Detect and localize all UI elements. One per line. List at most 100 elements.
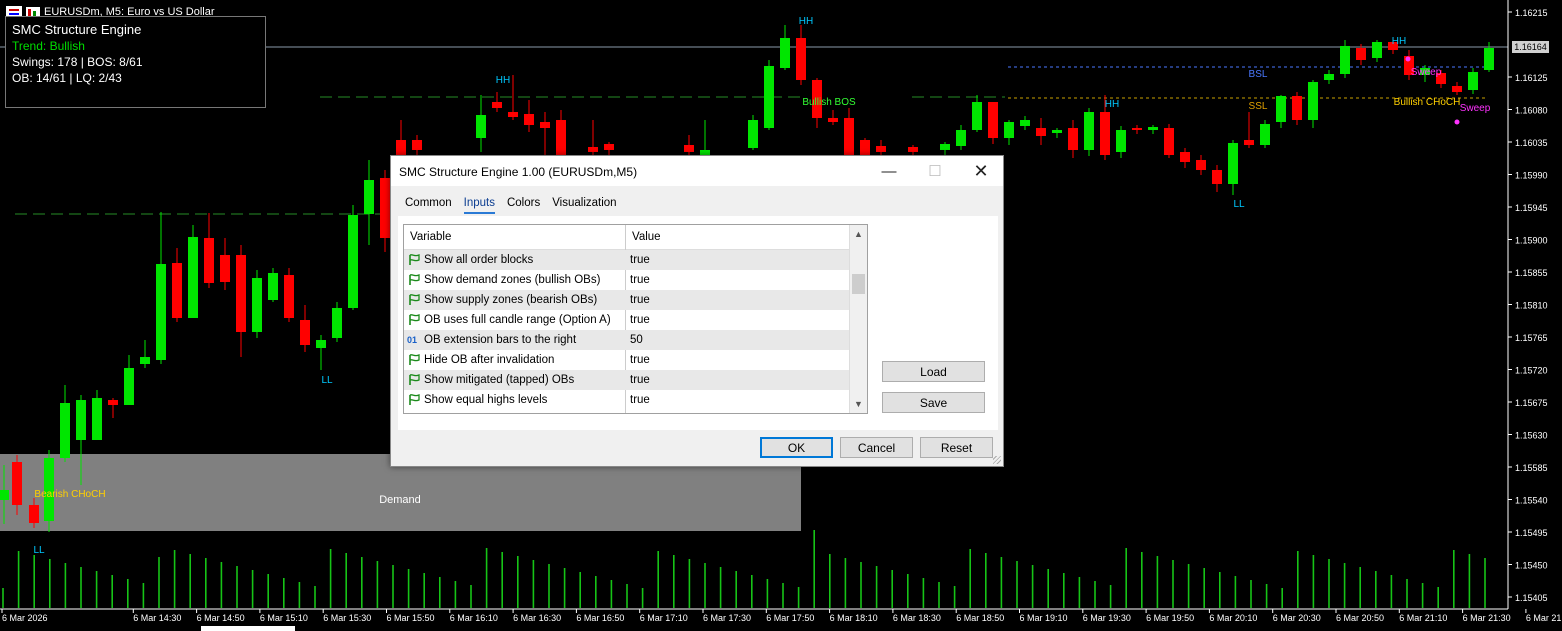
time-tick-label: 6 Mar 18:10 bbox=[830, 613, 878, 623]
input-name: OB extension bars to the right bbox=[424, 334, 577, 346]
price-tick-label: 1.15765 bbox=[1515, 333, 1548, 343]
bsl-label: BSL bbox=[1249, 69, 1268, 80]
input-value[interactable]: true bbox=[630, 354, 650, 366]
input-row[interactable]: 01 OB extension bars to the right 50 bbox=[404, 330, 850, 350]
candle-body bbox=[76, 400, 86, 440]
resize-grip-icon[interactable] bbox=[993, 456, 1001, 464]
tab-inputs[interactable]: Inputs bbox=[463, 197, 495, 214]
grid-header: Variable Value bbox=[404, 225, 850, 250]
bool-icon bbox=[408, 353, 421, 366]
input-value[interactable]: true bbox=[630, 254, 650, 266]
grid-scrollbar[interactable]: ▲ ▼ bbox=[849, 225, 867, 413]
input-value[interactable]: true bbox=[630, 294, 650, 306]
dialog-tabs: Common Inputs Colors Visualization bbox=[405, 197, 617, 214]
candle-body bbox=[1228, 143, 1238, 184]
price-tick-label: 1.15810 bbox=[1515, 301, 1548, 311]
candle-body bbox=[108, 400, 118, 405]
candle-body bbox=[780, 38, 790, 68]
candle-body bbox=[684, 145, 694, 152]
candle-body bbox=[588, 147, 598, 152]
reset-button[interactable]: Reset bbox=[920, 437, 993, 458]
input-name: Hide OB after invalidation bbox=[424, 354, 555, 366]
time-tick-label: 6 Mar 17:50 bbox=[766, 613, 814, 623]
tab-common[interactable]: Common bbox=[405, 197, 452, 214]
indicator-info-panel: SMC Structure Engine Trend: Bullish Swin… bbox=[5, 16, 266, 108]
candle-body bbox=[252, 278, 262, 332]
candle-body bbox=[972, 102, 982, 130]
candle-body bbox=[284, 275, 294, 318]
time-tick-label: 6 Mar 19:50 bbox=[1146, 613, 1194, 623]
dialog-titlebar[interactable]: SMC Structure Engine 1.00 (EURUSDm,M5) —… bbox=[391, 156, 1003, 186]
ok-button[interactable]: OK bbox=[760, 437, 833, 458]
panel-trend: Trend: Bullish bbox=[12, 39, 85, 53]
candle-body bbox=[29, 505, 39, 523]
input-row[interactable]: Show demand zones (bullish OBs) true bbox=[404, 270, 850, 290]
input-name: Show all order blocks bbox=[424, 254, 534, 266]
bool-icon bbox=[408, 373, 421, 386]
price-tick-label: 1.15405 bbox=[1515, 593, 1548, 603]
time-tick-label: 6 Mar 15:10 bbox=[260, 613, 308, 623]
ll-label: LL bbox=[1233, 199, 1245, 210]
candle-body bbox=[380, 178, 390, 238]
candle-body bbox=[268, 273, 278, 300]
price-tick-label: 1.15450 bbox=[1515, 561, 1548, 571]
scroll-up-icon[interactable]: ▲ bbox=[854, 229, 863, 239]
input-row[interactable]: Show all order blocks true bbox=[404, 250, 850, 270]
candle-body bbox=[940, 144, 950, 150]
candle-body bbox=[172, 263, 182, 318]
candle-body bbox=[204, 238, 214, 283]
candle-body bbox=[1180, 152, 1190, 162]
tab-visualization[interactable]: Visualization bbox=[552, 197, 616, 214]
candle-body bbox=[1052, 130, 1062, 133]
minimize-icon[interactable]: — bbox=[867, 156, 911, 186]
load-button[interactable]: Load bbox=[882, 361, 985, 382]
input-row[interactable]: Show mitigated (tapped) OBs true bbox=[404, 370, 850, 390]
candle-body bbox=[492, 102, 502, 108]
candle-body bbox=[524, 114, 534, 125]
candle-body bbox=[556, 120, 566, 155]
price-tick-label: 1.15675 bbox=[1515, 398, 1548, 408]
scroll-down-icon[interactable]: ▼ bbox=[854, 399, 863, 409]
input-value[interactable]: true bbox=[630, 394, 650, 406]
candle-body bbox=[1340, 46, 1350, 74]
candle-body bbox=[1356, 48, 1366, 60]
header-value[interactable]: Value bbox=[632, 231, 661, 243]
input-row[interactable]: Hide OB after invalidation true bbox=[404, 350, 850, 370]
input-row[interactable]: Show supply zones (bearish OBs) true bbox=[404, 290, 850, 310]
sweep-label: Sweep bbox=[1460, 103, 1491, 114]
sweep-dot bbox=[1405, 56, 1411, 62]
input-row[interactable]: OB uses full candle range (Option A) true bbox=[404, 310, 850, 330]
candle-body bbox=[1164, 128, 1174, 155]
header-variable[interactable]: Variable bbox=[410, 231, 451, 243]
bool-icon bbox=[408, 253, 421, 266]
price-tick-label: 1.15495 bbox=[1515, 528, 1548, 538]
time-tick-label: 6 Mar 20:50 bbox=[1336, 613, 1384, 623]
hh-label: HH bbox=[1392, 36, 1406, 47]
candle-body bbox=[1068, 128, 1078, 150]
input-value[interactable]: true bbox=[630, 314, 650, 326]
input-value[interactable]: 50 bbox=[630, 334, 643, 346]
candle-body bbox=[332, 308, 342, 338]
price-tick-label: 1.15540 bbox=[1515, 496, 1548, 506]
candle-body bbox=[156, 264, 166, 360]
candle-body bbox=[1116, 130, 1126, 152]
time-tick-label: 6 Mar 19:10 bbox=[1020, 613, 1068, 623]
input-name: Show supply zones (bearish OBs) bbox=[424, 294, 598, 306]
scroll-thumb[interactable] bbox=[852, 274, 865, 294]
input-value[interactable]: true bbox=[630, 274, 650, 286]
input-value[interactable]: true bbox=[630, 374, 650, 386]
inputs-grid: Variable Value Show all order blocks true… bbox=[403, 224, 868, 414]
tab-colors[interactable]: Colors bbox=[507, 197, 540, 214]
input-row[interactable]: Show equal highs levels true bbox=[404, 390, 850, 410]
hh-label: HH bbox=[1105, 99, 1119, 110]
candle-body bbox=[1100, 112, 1110, 155]
save-button[interactable]: Save bbox=[882, 392, 985, 413]
time-tick-label: 6 Mar 15:50 bbox=[387, 613, 435, 623]
panel-ob: OB: 14/61 | LQ: 2/43 bbox=[12, 71, 122, 85]
time-tick-label: 6 Mar 17:10 bbox=[640, 613, 688, 623]
cancel-button[interactable]: Cancel bbox=[840, 437, 913, 458]
candle-body bbox=[796, 38, 806, 80]
candle-body bbox=[0, 490, 9, 500]
time-tick-label: 6 Mar 16:10 bbox=[450, 613, 498, 623]
close-icon[interactable]: ✕ bbox=[959, 156, 1003, 186]
